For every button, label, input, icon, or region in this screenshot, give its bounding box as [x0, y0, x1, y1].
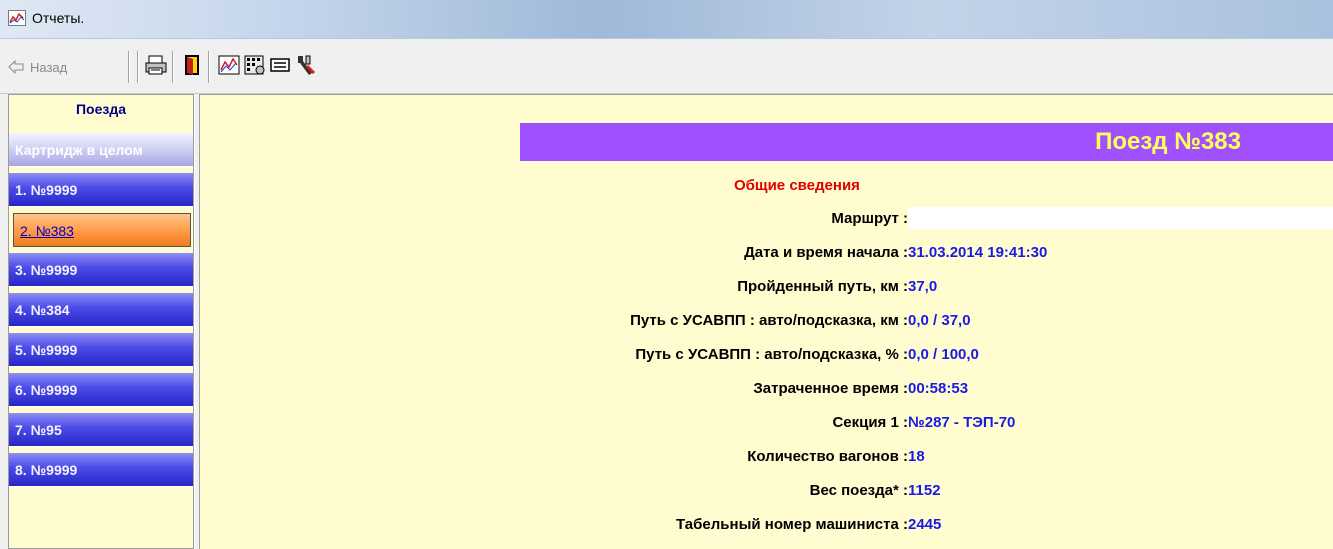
report-panel: Поезд №383 Общие сведения Маршрут : Дата…	[200, 94, 1333, 549]
trains-sidebar: Поезда Картридж в целом 1. №9999 2. №383…	[8, 94, 194, 549]
train-title: Поезд №383	[1095, 128, 1241, 155]
row-label: Дата и время начала :	[744, 244, 908, 261]
info-row-wagon-count: Количество вагонов : 18	[200, 444, 1333, 470]
settings-chart-icon	[244, 55, 265, 75]
back-arrow-icon	[8, 60, 24, 74]
sidebar-item-train-2[interactable]: 2. №383	[13, 213, 191, 247]
row-label: Путь с УСАВПП : авто/подсказка, % :	[635, 346, 908, 363]
info-row-section: Секция 1 : №287 - ТЭП-70	[200, 410, 1333, 436]
window-title: Отчеты.	[32, 10, 85, 26]
display-icon	[270, 58, 290, 72]
row-value: №287 - ТЭП-70	[908, 414, 1016, 431]
toolbar-separator	[208, 51, 210, 83]
train-banner: Поезд №383	[520, 123, 1333, 161]
back-button[interactable]: Назад	[8, 57, 67, 77]
row-value: 0,0 / 37,0	[908, 312, 971, 329]
row-label: Вес поезда* :	[809, 482, 908, 499]
toolbar-separator	[128, 51, 130, 83]
back-button-label: Назад	[30, 59, 68, 75]
exit-button[interactable]	[180, 53, 204, 77]
info-row-driver-id: Табельный номер машиниста : 2445	[200, 512, 1333, 538]
row-label: Табельный номер машиниста :	[676, 516, 908, 533]
row-label: Путь с УСАВПП : авто/подсказка, км :	[630, 312, 908, 329]
chart-icon	[8, 10, 26, 26]
row-value: 2445	[908, 516, 942, 533]
info-row-train-weight: Вес поезда* : 1152	[200, 478, 1333, 504]
sidebar-item-train-3[interactable]: 3. №9999	[9, 253, 193, 287]
print-icon	[145, 55, 167, 75]
info-row-usavpp-km: Путь с УСАВПП : авто/подсказка, км : 0,0…	[200, 308, 1333, 334]
row-value: 1152	[908, 482, 941, 499]
row-label: Секция 1 :	[832, 414, 908, 431]
info-row-usavpp-percent: Путь с УСАВПП : авто/подсказка, % : 0,0 …	[200, 342, 1333, 368]
title-bar: Отчеты.	[0, 0, 1333, 39]
sidebar-item-train-6[interactable]: 6. №9999	[9, 373, 193, 407]
row-value: 0,0 / 100,0	[908, 346, 979, 363]
display-button[interactable]	[268, 53, 292, 77]
sidebar-item-cartridge[interactable]: Картридж в целом	[9, 133, 193, 167]
sidebar-item-train-7[interactable]: 7. №95	[9, 413, 193, 447]
row-value-box	[908, 207, 1333, 229]
row-value: 00:58:53	[908, 380, 969, 397]
row-label: Маршрут :	[831, 210, 908, 227]
chart-icon	[218, 55, 240, 75]
toolbar-separator	[172, 51, 174, 83]
sidebar-item-train-1[interactable]: 1. №9999	[9, 173, 193, 207]
info-row-route: Маршрут :	[200, 206, 1333, 232]
row-value: 31.03.2014 19:41:30	[908, 244, 1048, 261]
row-label: Пройденный путь, км :	[737, 278, 908, 295]
section-title: Общие сведения	[734, 177, 860, 194]
sidebar-header: Поезда	[75, 101, 127, 117]
row-label: Затраченное время :	[753, 380, 908, 397]
sidebar-item-train-5[interactable]: 5. №9999	[9, 333, 193, 367]
tools-icon	[298, 55, 315, 75]
tools-button[interactable]	[294, 53, 318, 77]
toolbar-separator	[137, 51, 139, 83]
info-row-start-time: Дата и время начала : 31.03.2014 19:41:3…	[200, 240, 1333, 266]
exit-door-icon	[185, 55, 199, 75]
row-label: Количество вагонов :	[747, 448, 908, 465]
info-row-elapsed-time: Затраченное время : 00:58:53	[200, 376, 1333, 402]
sidebar-item-train-4[interactable]: 4. №384	[9, 293, 193, 327]
print-button[interactable]	[144, 53, 168, 77]
row-value: 18	[908, 448, 925, 465]
sidebar-item-train-8[interactable]: 8. №9999	[9, 453, 193, 487]
chart-button[interactable]	[217, 53, 241, 77]
info-row-distance: Пройденный путь, км : 37,0	[200, 274, 1333, 300]
toolbar: Назад	[0, 39, 1333, 94]
row-value: 37,0	[908, 278, 938, 295]
chart-settings-button[interactable]	[243, 53, 267, 77]
